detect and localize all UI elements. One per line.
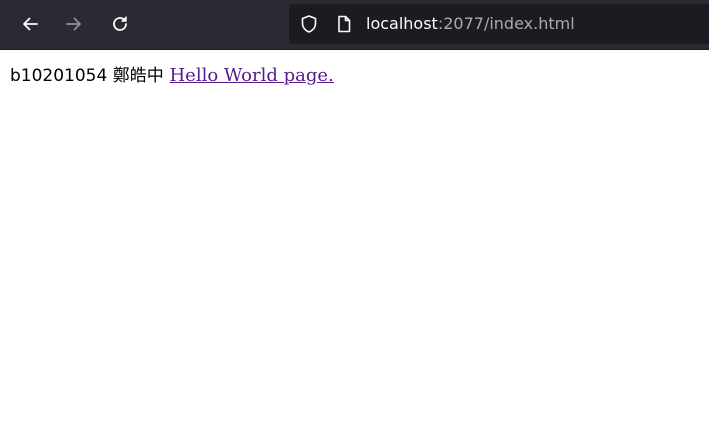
forward-arrow-icon xyxy=(66,17,81,31)
shield-icon[interactable] xyxy=(299,14,319,34)
url-text[interactable]: localhost:2077/index.html xyxy=(366,14,575,34)
browser-toolbar: localhost:2077/index.html xyxy=(0,0,709,50)
back-arrow-icon xyxy=(23,17,38,31)
forward-button[interactable] xyxy=(58,8,90,40)
url-host: localhost xyxy=(366,14,438,33)
reload-button[interactable] xyxy=(104,8,136,40)
url-path: :2077/index.html xyxy=(437,14,575,33)
page-icon[interactable] xyxy=(334,14,354,34)
student-id-name: b10201054 鄭皓中 xyxy=(10,66,164,86)
address-bar[interactable]: localhost:2077/index.html xyxy=(289,4,709,44)
page-content: b10201054 鄭皓中 Hello World page. xyxy=(10,62,334,90)
reload-icon xyxy=(113,16,127,31)
back-button[interactable] xyxy=(14,8,46,40)
hello-world-link[interactable]: Hello World page. xyxy=(169,65,333,86)
